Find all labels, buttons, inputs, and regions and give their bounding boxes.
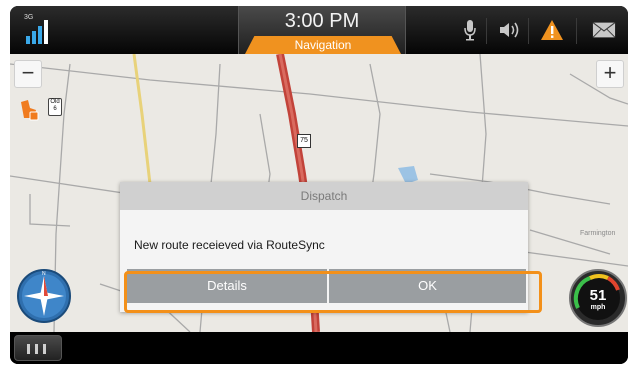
device-frame: 3G 3:00 PM Navigation − + Old 6 75 Farmi… <box>10 6 628 364</box>
route-shield: 75 <box>297 134 311 148</box>
mic-icon[interactable] <box>458 18 482 42</box>
svg-text:N: N <box>42 271 46 277</box>
status-bar: 3G 3:00 PM Navigation <box>10 6 628 54</box>
speedometer: 51 mph <box>568 268 628 328</box>
place-label: Farmington <box>580 230 616 237</box>
mail-icon[interactable] <box>592 18 616 42</box>
network-type-label: 3G <box>24 14 34 21</box>
driver-alert-icon[interactable] <box>18 98 40 122</box>
warning-icon[interactable] <box>540 18 564 42</box>
menu-button[interactable] <box>14 335 62 361</box>
clock-time: 3:00 PM <box>284 10 360 32</box>
speed-unit: mph <box>590 304 606 311</box>
bottom-bar <box>10 332 628 364</box>
ok-button[interactable]: OK <box>329 269 526 303</box>
signal-icon: 3G <box>24 14 54 46</box>
zoom-out-button[interactable]: − <box>14 60 42 88</box>
dialog-title: Dispatch <box>120 182 528 210</box>
road-sign: Old 6 <box>48 98 62 116</box>
dialog-message: New route receieved via RouteSync <box>134 238 325 252</box>
zoom-in-button[interactable]: + <box>596 60 624 88</box>
speed-value: 51 <box>589 287 607 304</box>
clock-panel: 3:00 PM Navigation <box>238 6 406 54</box>
details-button[interactable]: Details <box>127 269 327 303</box>
volume-icon[interactable] <box>498 18 522 42</box>
navigation-tab[interactable]: Navigation <box>245 36 401 54</box>
compass-icon[interactable]: N <box>16 268 72 324</box>
